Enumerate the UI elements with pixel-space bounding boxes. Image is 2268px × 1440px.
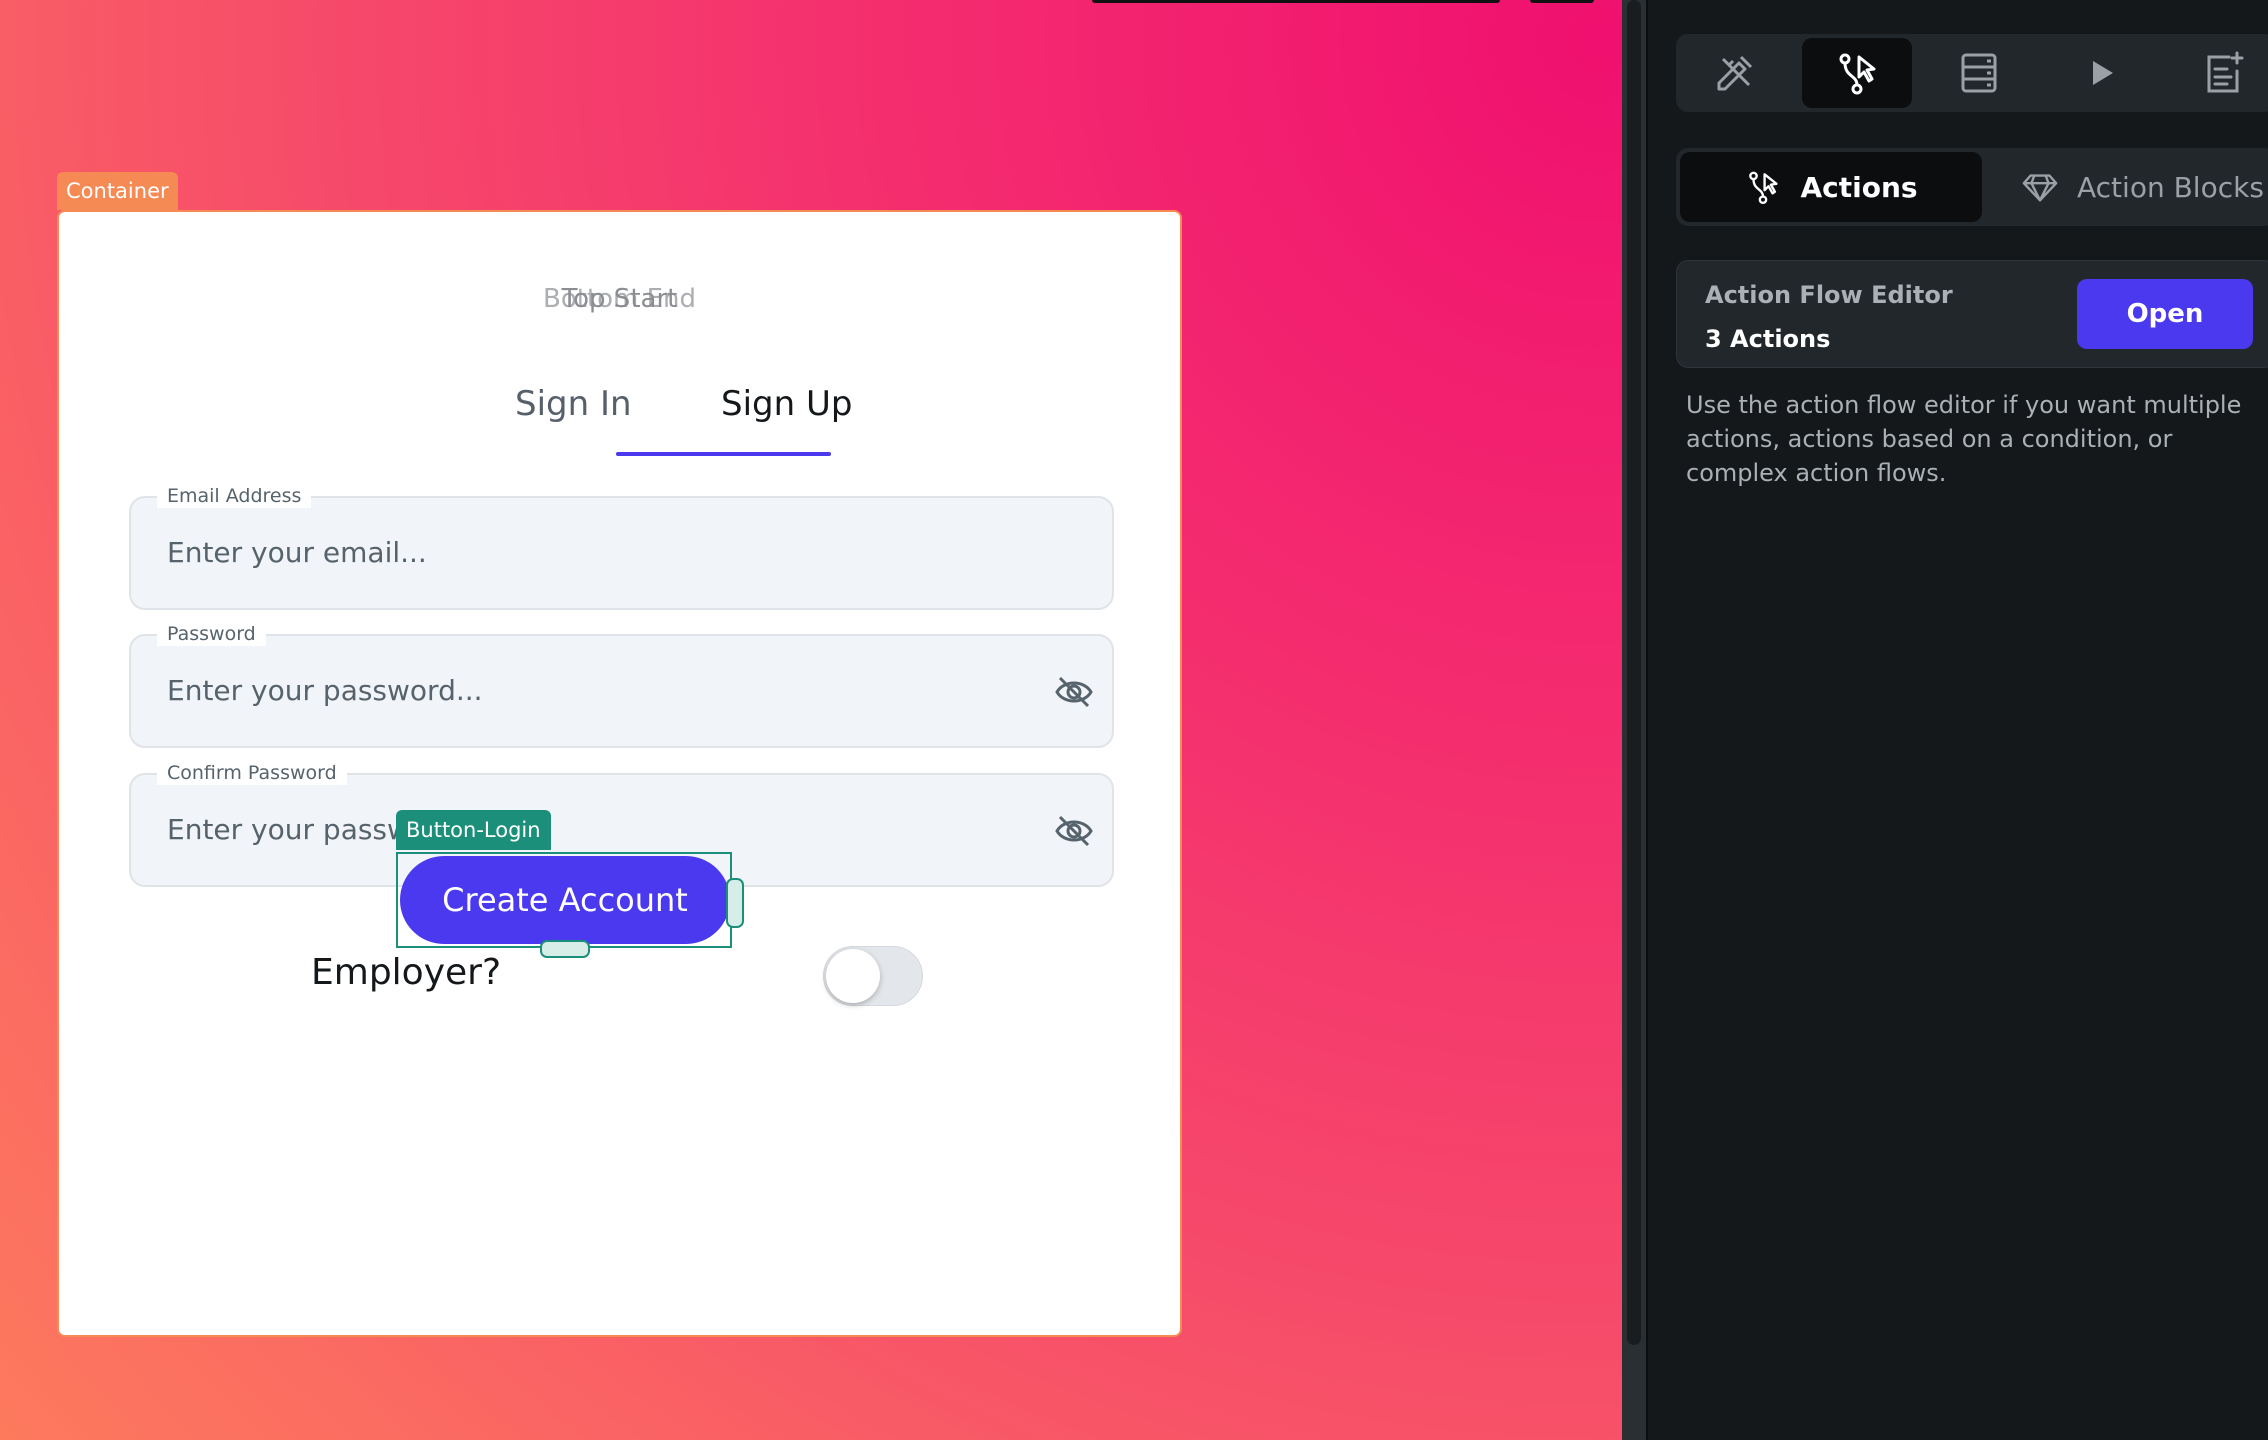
action-count: 3 Actions — [1705, 325, 1831, 353]
button-selection-frame: Create Account — [396, 852, 744, 958]
properties-panel: Actions Action Blocks Action Flow Editor… — [1646, 0, 2268, 1440]
tab-sign-up[interactable]: Sign Up — [721, 384, 852, 424]
canvas-scrollbar-thumb[interactable] — [1627, 0, 1641, 1345]
run-tab[interactable] — [2046, 38, 2156, 108]
open-action-flow-button[interactable]: Open — [2077, 279, 2253, 349]
button-selection-tag[interactable]: Button-Login — [396, 810, 551, 850]
employer-label: Employer? — [311, 952, 502, 993]
backend-query-icon — [1961, 53, 1997, 93]
eye-off-icon[interactable] — [1054, 674, 1094, 710]
active-tab-indicator — [616, 452, 831, 456]
action-flow-editor-card: Action Flow Editor 3 Actions Open — [1676, 260, 2268, 368]
segment-action-blocks-label: Action Blocks — [2077, 170, 2264, 204]
segment-actions-label: Actions — [1800, 170, 1918, 204]
create-account-button[interactable]: Create Account — [400, 856, 730, 944]
segment-actions[interactable]: Actions — [1680, 152, 1982, 222]
play-icon — [2093, 61, 2113, 85]
action-flow-help-text: Use the action flow editor if you want m… — [1686, 391, 2242, 487]
diamond-icon — [2022, 174, 2058, 202]
overlap-title: Top Start Bottom End — [59, 284, 1180, 320]
email-field[interactable]: Email Address Enter your email... — [129, 484, 1114, 610]
action-segment-control: Actions Action Blocks — [1676, 148, 2268, 226]
backend-query-tab[interactable] — [1924, 38, 2034, 108]
actions-icon — [1839, 53, 1876, 95]
resize-handle-bottom[interactable] — [540, 940, 590, 958]
actions-icon — [1749, 171, 1779, 205]
page-add-icon — [2207, 51, 2244, 93]
email-placeholder: Enter your email... — [167, 536, 427, 569]
password-placeholder: Enter your password... — [167, 674, 483, 707]
segment-action-blocks[interactable]: Action Blocks — [2021, 152, 2264, 222]
page-add-tab[interactable] — [2168, 38, 2268, 108]
password-field-label: Password — [157, 622, 266, 646]
container-card[interactable]: Top Start Bottom End Sign In Sign Up Ema… — [57, 210, 1182, 1337]
action-flow-editor-title: Action Flow Editor — [1705, 281, 1953, 309]
panel-icon-tabs — [1676, 34, 2268, 112]
auth-tabs: Sign In Sign Up — [449, 362, 909, 462]
canvas: Container Top Start Bottom End Sign In S… — [0, 0, 1622, 1440]
tab-sign-in[interactable]: Sign In — [515, 384, 632, 424]
confirm-password-field-label: Confirm Password — [157, 761, 347, 785]
resize-handle-right[interactable] — [726, 878, 744, 928]
toggle-knob — [826, 949, 880, 1003]
canvas-top-element — [1530, 0, 1594, 3]
container-selection-tag[interactable]: Container — [57, 172, 178, 210]
employer-toggle[interactable] — [823, 946, 923, 1006]
canvas-top-element — [1092, 0, 1500, 3]
design-icon — [1717, 55, 1753, 91]
overlap-title-text: Bottom End — [542, 284, 697, 314]
eye-off-icon[interactable] — [1054, 813, 1094, 849]
password-field[interactable]: Password Enter your password... — [129, 622, 1114, 748]
design-tab[interactable] — [1680, 38, 1790, 108]
actions-tab[interactable] — [1802, 38, 1912, 108]
email-field-label: Email Address — [157, 484, 312, 508]
